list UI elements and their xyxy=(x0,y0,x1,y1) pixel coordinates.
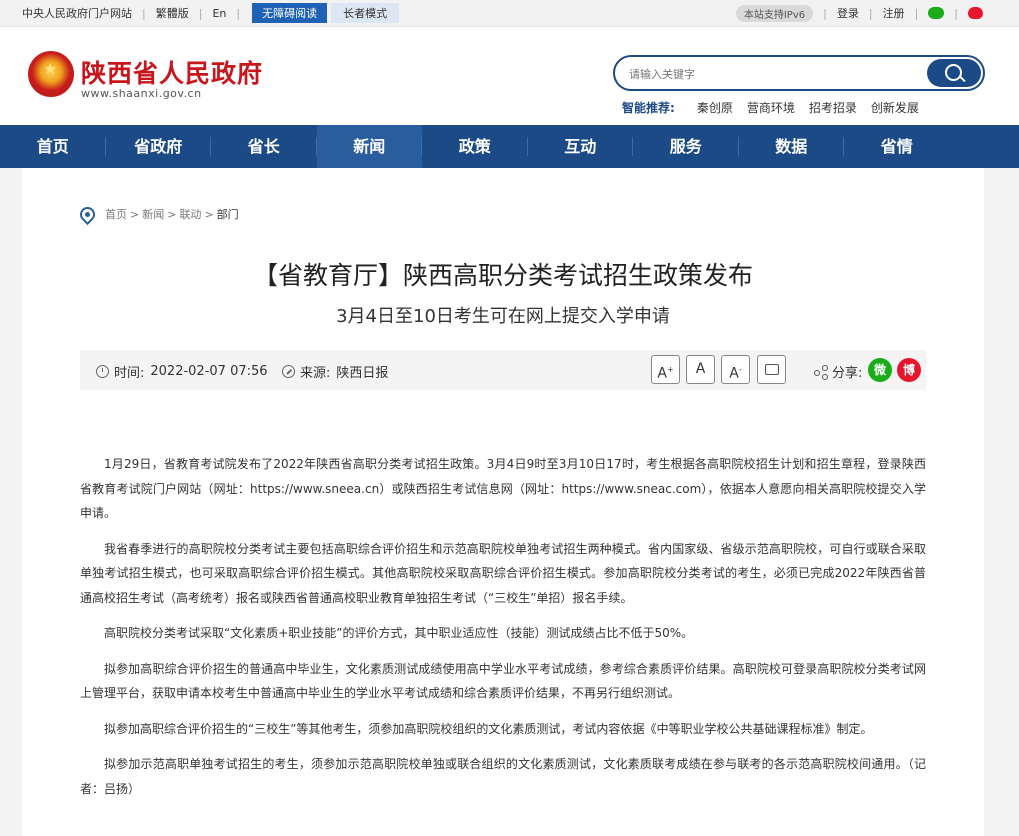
share-label: 分享: xyxy=(832,366,863,381)
article-subtitle: 3月4日至10日考生可在网上提交入学申请 xyxy=(336,306,670,327)
register-link[interactable]: 注册 xyxy=(883,5,905,21)
gov-portal-link[interactable]: 中央人民政府门户网站 xyxy=(22,5,132,21)
breadcrumb-linkage[interactable]: 联动 xyxy=(179,206,201,222)
ipv6-badge: 本站支持IPv6 xyxy=(735,4,814,22)
divider: | xyxy=(914,6,919,20)
smart-recommend-label: 智能推荐: xyxy=(622,101,675,115)
breadcrumb-home[interactable]: 首页 xyxy=(105,206,127,222)
recommend-item[interactable]: 创新发展 xyxy=(871,99,919,116)
time-value: 2022-02-07 07:56 xyxy=(150,364,268,379)
nav-item-interaction[interactable]: 互动 xyxy=(528,125,634,168)
share-area: 分享: xyxy=(814,362,862,381)
weibo-icon[interactable] xyxy=(968,7,983,19)
main-nav: 首页 省政府 省长 新闻 政策 互动 服务 数据 省情 xyxy=(0,125,1019,168)
share-icon xyxy=(814,364,828,380)
recommend-item[interactable]: 招考招录 xyxy=(809,99,857,116)
source-value: 陕西日报 xyxy=(336,366,389,381)
publish-time: 时间: 2022-02-07 07:56 xyxy=(96,362,268,381)
national-emblem-icon[interactable]: ★ xyxy=(28,51,74,97)
location-pin-icon xyxy=(76,203,99,225)
accessible-reading-button[interactable]: 无障碍阅读 xyxy=(252,3,328,23)
time-label: 时间: xyxy=(114,366,145,381)
print-button[interactable] xyxy=(757,355,786,384)
breadcrumb: 首页 > 新闻 > 联动 > 部门 xyxy=(76,203,239,225)
share-weibo-icon[interactable]: 博 xyxy=(897,358,921,382)
article-title: 【省教育厅】陕西高职分类考试招生政策发布 xyxy=(252,261,753,290)
divider: | xyxy=(954,6,958,20)
print-icon xyxy=(764,363,779,375)
search-input[interactable] xyxy=(627,63,921,85)
english-link[interactable]: En xyxy=(212,7,226,20)
nav-item-data[interactable]: 数据 xyxy=(739,125,845,168)
font-reset-button[interactable]: A xyxy=(686,355,715,384)
nav-item-home[interactable]: 首页 xyxy=(0,125,106,168)
recommend-item[interactable]: 秦创原 xyxy=(697,99,733,116)
article-meta-bar: 时间: 2022-02-07 07:56 来源: 陕西日报 A+ A A- 分享… xyxy=(80,350,926,390)
divider: | xyxy=(236,6,241,20)
search-button[interactable] xyxy=(927,59,981,87)
recommend-item[interactable]: 营商环境 xyxy=(747,99,795,116)
nav-item-news[interactable]: 新闻 xyxy=(316,125,422,168)
article-source: 来源: 陕西日报 xyxy=(282,362,388,381)
nav-item-services[interactable]: 服务 xyxy=(633,125,739,168)
article-paragraph: 拟参加高职综合评价招生的“三校生”等其他考生，须参加高职院校组织的文化素质测试，… xyxy=(104,721,873,736)
article-body: 1月29日，省教育考试院发布了2022年陕西省高职分类考试招生政策。3月4日9时… xyxy=(80,452,926,812)
site-header: ★ 陕西省人民政府 www.shaanxi.gov.cn 智能推荐: 秦创原 营… xyxy=(0,27,1019,125)
article-paragraph: 拟参加高职综合评价招生的普通高中毕业生，文化素质测试成绩使用高中学业水平考试成绩… xyxy=(80,661,926,701)
nav-item-governor[interactable]: 省长 xyxy=(211,125,317,168)
breadcrumb-department[interactable]: 部门 xyxy=(217,206,239,222)
article-paragraph: 高职院校分类考试采取“文化素质+职业技能”的评价方式，其中职业适应性（技能）测试… xyxy=(104,626,694,640)
traditional-chinese-link[interactable]: 繁體版 xyxy=(156,5,189,21)
site-name[interactable]: 陕西省人民政府 xyxy=(81,54,263,90)
search-icon xyxy=(945,64,962,81)
divider: | xyxy=(198,6,203,20)
article-paragraph: 1月29日，省教育考试院发布了2022年陕西省高职分类考试招生政策。3月4日9时… xyxy=(80,457,926,520)
smart-recommend: 智能推荐: 秦创原 营商环境 招考招录 创新发展 xyxy=(622,99,933,116)
search-box xyxy=(613,55,985,91)
divider: | xyxy=(868,6,873,20)
breadcrumb-news[interactable]: 新闻 xyxy=(142,206,164,222)
wechat-icon[interactable] xyxy=(928,7,945,19)
article-paragraph: 我省春季进行的高职院校分类考试主要包括高职综合评价招生和示范高职院校单独考试招生… xyxy=(80,541,926,605)
article-card: 首页 > 新闻 > 联动 > 部门 【省教育厅】陕西高职分类考试招生政策发布 3… xyxy=(22,168,984,836)
font-increase-button[interactable]: A+ xyxy=(651,355,680,384)
article-paragraph: 拟参加示范高职单独考试招生的考生，须参加示范高职院校单独或联合组织的文化素质测试… xyxy=(80,757,926,796)
source-icon xyxy=(282,365,295,378)
divider: | xyxy=(823,6,827,20)
elder-mode-button[interactable]: 长者模式 xyxy=(331,3,400,23)
top-utility-bar: 中央人民政府门户网站 | 繁體版 | En | 无障碍阅读 长者模式 本站支持I… xyxy=(0,0,1019,27)
nav-item-province-info[interactable]: 省情 xyxy=(844,125,950,168)
divider: | xyxy=(142,6,146,20)
source-label: 来源: xyxy=(300,366,331,381)
nav-item-government[interactable]: 省政府 xyxy=(106,125,212,168)
clock-icon xyxy=(96,365,109,378)
font-decrease-button[interactable]: A- xyxy=(721,355,750,384)
site-url: www.shaanxi.gov.cn xyxy=(81,87,202,100)
share-wechat-icon[interactable]: 微 xyxy=(868,358,892,382)
nav-item-policy[interactable]: 政策 xyxy=(422,125,528,168)
login-link[interactable]: 登录 xyxy=(837,5,859,21)
